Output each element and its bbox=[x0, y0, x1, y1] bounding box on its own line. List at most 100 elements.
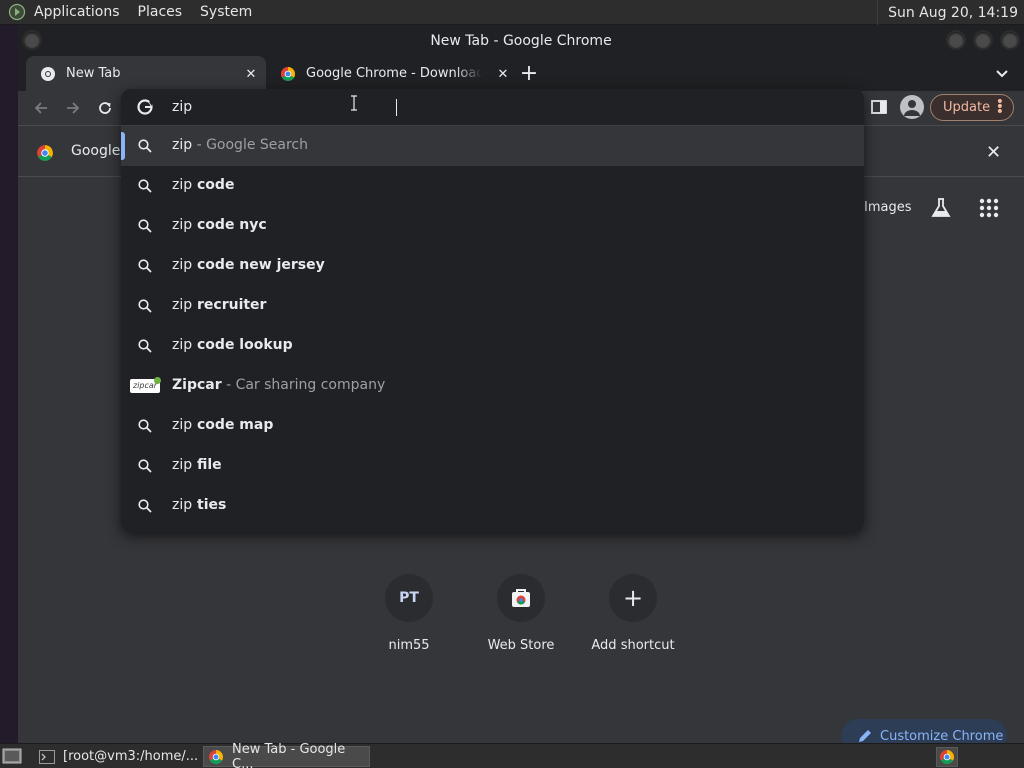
google-g-icon bbox=[137, 99, 153, 115]
omnibox-dropdown: zip zip - Google Search zip code zip code … bbox=[121, 89, 864, 532]
taskbar-item-terminal[interactable]: [root@vm3:/home/... bbox=[35, 746, 198, 767]
tray-chrome-icon[interactable] bbox=[936, 747, 958, 767]
window-menu-button[interactable] bbox=[22, 30, 42, 50]
suggestion-prefix: zip bbox=[172, 457, 193, 473]
omnibox-suggestion[interactable]: zip - Google Search bbox=[121, 126, 864, 166]
taskbar-item-chrome[interactable]: New Tab - Google C... bbox=[203, 742, 370, 768]
suggestion-completion: code bbox=[192, 177, 235, 193]
reload-icon[interactable] bbox=[93, 96, 117, 120]
window-titlebar[interactable]: New Tab - Google Chrome bbox=[18, 25, 1024, 56]
add-icon: + bbox=[609, 574, 657, 622]
suggestion-completion: code map bbox=[192, 417, 274, 433]
suggestion-prefix: Zipcar bbox=[172, 377, 222, 393]
new-tab-button[interactable]: + bbox=[516, 60, 542, 86]
omnibox-input[interactable]: zip bbox=[172, 99, 192, 115]
customize-chrome-button[interactable]: Customize Chrome bbox=[841, 719, 1007, 743]
suggestion-completion: ties bbox=[192, 497, 227, 513]
suggestion-text: zip code lookup bbox=[172, 337, 293, 353]
forward-icon[interactable] bbox=[61, 96, 85, 120]
taskbar-label: New Tab - Google C... bbox=[232, 741, 346, 768]
suggestion-completion: code new jersey bbox=[192, 257, 325, 273]
suggestion-description: - Google Search bbox=[192, 137, 308, 153]
search-icon bbox=[138, 179, 152, 193]
profile-avatar-icon[interactable] bbox=[900, 95, 924, 119]
customize-label: Customize Chrome bbox=[880, 728, 1004, 744]
search-icon bbox=[138, 499, 152, 513]
close-tab-icon[interactable]: ✕ bbox=[494, 65, 512, 83]
suggestion-text: zip code map bbox=[172, 417, 273, 433]
suggestion-prefix: zip bbox=[172, 177, 193, 193]
omnibox-suggestion[interactable]: zip code nyc bbox=[121, 206, 864, 246]
search-icon bbox=[138, 459, 152, 473]
suggestion-text: zip - Google Search bbox=[172, 137, 308, 153]
omnibox-suggestion[interactable]: zip ties bbox=[121, 486, 864, 526]
google-apps-icon[interactable] bbox=[978, 197, 1000, 219]
suggestion-description: - Car sharing company bbox=[221, 377, 386, 393]
terminal-icon bbox=[39, 749, 55, 765]
omnibox-suggestion[interactable]: zipcar Zipcar - Car sharing company bbox=[121, 366, 864, 406]
desktop-background bbox=[0, 25, 18, 745]
system-menu[interactable]: System bbox=[200, 4, 252, 20]
tab-chrome-download[interactable]: Google Chrome - Download th ✕ bbox=[266, 56, 508, 91]
search-icon bbox=[138, 219, 152, 233]
tab-new-tab[interactable]: New Tab ✕ bbox=[26, 56, 266, 91]
omnibox-suggestion[interactable]: zip file bbox=[121, 446, 864, 486]
omnibox-suggestion[interactable]: zip recruiter bbox=[121, 286, 864, 326]
suggestion-prefix: zip bbox=[172, 257, 193, 273]
chrome-favicon-icon bbox=[41, 66, 55, 81]
suggestion-text: zip code bbox=[172, 177, 234, 193]
shortcut-label: Web Store bbox=[487, 638, 555, 653]
labs-flask-icon[interactable] bbox=[930, 197, 952, 219]
close-infobar-icon[interactable]: ✕ bbox=[986, 142, 1001, 163]
more-menu-icon[interactable]: • • • bbox=[996, 95, 1004, 119]
omnibox-suggestion[interactable]: zip code new jersey bbox=[121, 246, 864, 286]
images-link[interactable]: Images bbox=[864, 200, 912, 215]
chrome-logo-icon bbox=[37, 145, 53, 161]
shortcut-web-store[interactable]: Web Store bbox=[476, 574, 566, 653]
suggestion-completion: recruiter bbox=[192, 297, 267, 313]
add-shortcut-button[interactable]: + Add shortcut bbox=[588, 574, 678, 653]
suggestion-completion: file bbox=[192, 457, 222, 473]
close-window-button[interactable] bbox=[1000, 30, 1020, 50]
tab-title: New Tab bbox=[66, 66, 121, 81]
chrome-logo-icon bbox=[281, 66, 295, 81]
distro-logo-icon[interactable] bbox=[6, 1, 28, 23]
places-menu[interactable]: Places bbox=[138, 4, 183, 20]
side-panel-icon[interactable] bbox=[870, 98, 888, 116]
omnibox-suggestion[interactable]: zip code bbox=[121, 166, 864, 206]
applications-menu[interactable]: Applications bbox=[34, 4, 120, 20]
suggestion-text: Zipcar - Car sharing company bbox=[172, 377, 385, 393]
search-icon bbox=[138, 139, 152, 153]
shortcut-icon: PT bbox=[385, 574, 433, 622]
taskbar-label: [root@vm3:/home/... bbox=[63, 749, 199, 764]
show-desktop-icon[interactable] bbox=[2, 747, 22, 765]
suggestion-prefix: zip bbox=[172, 417, 193, 433]
suggestion-text: zip code new jersey bbox=[172, 257, 325, 273]
tab-title: Google Chrome - Download th bbox=[306, 66, 482, 81]
suggestion-completion: code lookup bbox=[192, 337, 293, 353]
shortcut-label: nim55 bbox=[388, 638, 430, 653]
tab-search-icon[interactable] bbox=[990, 62, 1014, 86]
shortcut-nim55[interactable]: PT nim55 bbox=[364, 574, 454, 653]
tab-strip: New Tab ✕ Google Chrome - Download th ✕ … bbox=[18, 56, 1024, 91]
close-tab-icon[interactable]: ✕ bbox=[242, 65, 260, 83]
web-store-icon bbox=[497, 574, 545, 622]
minimize-button[interactable] bbox=[946, 30, 966, 50]
text-caret bbox=[396, 99, 397, 116]
zipcar-logo-icon: zipcar bbox=[130, 377, 161, 393]
suggestion-prefix: zip bbox=[172, 497, 193, 513]
omnibox-suggestion[interactable]: zip code lookup bbox=[121, 326, 864, 366]
chrome-logo-icon bbox=[208, 749, 224, 765]
search-icon bbox=[138, 299, 152, 313]
panel-clock[interactable]: Sun Aug 20, 14:19 bbox=[877, 0, 1024, 25]
omnibox-suggestion[interactable]: zip code map bbox=[121, 406, 864, 446]
update-label: Update bbox=[943, 100, 991, 115]
text-cursor-icon bbox=[351, 95, 357, 111]
update-button[interactable]: Update • • • bbox=[930, 94, 1014, 121]
address-bar[interactable]: zip bbox=[121, 89, 864, 125]
back-icon[interactable] bbox=[29, 96, 53, 120]
maximize-button[interactable] bbox=[973, 30, 993, 50]
suggestion-text: zip file bbox=[172, 457, 222, 473]
suggestion-text: zip ties bbox=[172, 497, 226, 513]
suggestion-prefix: zip bbox=[172, 337, 193, 353]
